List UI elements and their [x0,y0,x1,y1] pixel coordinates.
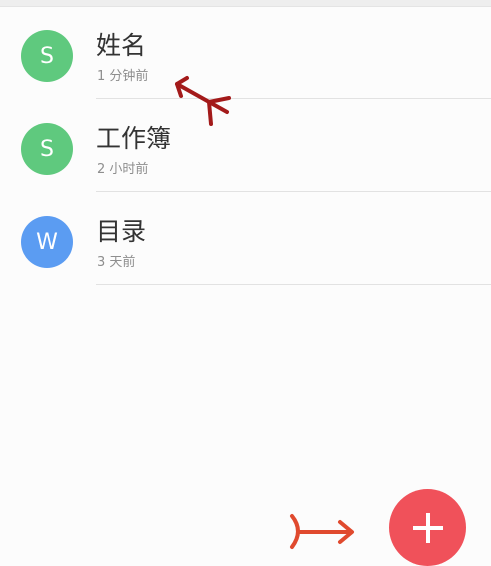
file-name: 工作簿 [96,124,172,153]
plus-icon [412,512,443,543]
annotation-arrow-icon [290,514,354,549]
divider [96,284,491,285]
avatar-initial: S [40,136,54,162]
add-file-button[interactable] [389,489,466,566]
file-modified-time: 3 天前 [97,255,136,270]
file-modified-time: 1 分钟前 [97,69,149,84]
file-list: S 姓名 1 分钟前 S 工作簿 2 小时前 W 目录 3 天前 [0,6,491,285]
avatar-initial: S [40,43,54,69]
file-name: 目录 [96,217,147,246]
file-item-3[interactable]: W 目录 3 天前 [0,192,491,285]
file-item-1[interactable]: S 姓名 1 分钟前 [0,6,491,99]
file-name: 姓名 [96,31,147,60]
spreadsheet-file-icon: S [21,123,73,175]
file-item-2[interactable]: S 工作簿 2 小时前 [0,99,491,192]
file-modified-time: 2 小时前 [97,162,149,177]
document-file-icon: W [21,216,73,268]
spreadsheet-file-icon: S [21,30,73,82]
avatar-initial: W [36,229,58,255]
